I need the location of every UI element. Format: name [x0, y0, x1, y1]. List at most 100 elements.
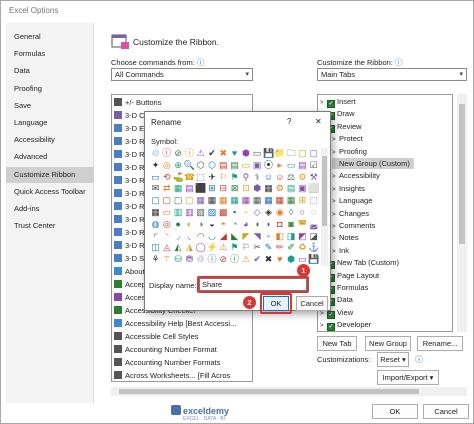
symbol-cell[interactable]: ✖: [263, 254, 274, 265]
ribbon-tree-item[interactable]: > Comments: [332, 220, 375, 231]
symbol-cell[interactable]: ◔: [229, 219, 240, 230]
chevron-right-icon[interactable]: >: [332, 197, 339, 208]
symbol-cell[interactable]: ▤: [286, 183, 297, 194]
symbol-cell[interactable]: ◮: [184, 242, 195, 253]
symbol-cell[interactable]: ◭: [173, 242, 184, 253]
symbol-cell[interactable]: ▣: [252, 160, 263, 171]
symbol-cell[interactable]: ⚠: [195, 148, 206, 159]
symbol-cell[interactable]: 💾: [263, 148, 274, 159]
checkbox[interactable]: ✓: [327, 100, 335, 108]
symbol-cell[interactable]: 🔍: [184, 160, 195, 171]
symbol-cell[interactable]: ⚑: [229, 172, 240, 183]
nav-item[interactable]: Proofing: [6, 81, 94, 97]
symbol-cell[interactable]: ◫: [150, 242, 161, 253]
symbol-cell[interactable]: ⬚: [308, 195, 319, 206]
symbol-cell[interactable]: ▭: [286, 160, 297, 171]
symbol-cell[interactable]: ⬡: [195, 160, 206, 171]
chevron-right-icon[interactable]: >: [320, 98, 327, 109]
symbol-cell[interactable]: ◪: [308, 231, 319, 242]
chevron-right-icon[interactable]: >: [332, 135, 339, 146]
symbol-cell[interactable]: ◧: [274, 231, 285, 242]
symbol-cell[interactable]: ⬛: [195, 183, 206, 194]
symbol-cell[interactable]: ⚚: [161, 254, 172, 265]
symbol-cell[interactable]: ◕: [240, 219, 251, 230]
chevron-right-icon[interactable]: >: [332, 210, 339, 221]
symbol-cell[interactable]: ⚠: [218, 242, 229, 253]
symbol-cell[interactable]: ✎: [263, 242, 274, 253]
command-item[interactable]: Across Worksheets... [Fill Acros: [114, 370, 230, 381]
symbol-cell[interactable]: ▦: [195, 195, 206, 206]
symbol-cell[interactable]: ♥: [274, 254, 285, 265]
symbol-cell[interactable]: ▦: [263, 195, 274, 206]
chevron-right-icon[interactable]: >: [332, 172, 339, 183]
checkbox[interactable]: ✓: [327, 323, 335, 331]
symbol-cell[interactable]: ◍: [150, 219, 161, 230]
symbol-cell[interactable]: ◤: [240, 231, 251, 242]
command-item[interactable]: Accessible Cell Styles: [114, 331, 198, 342]
symbol-cell[interactable]: ⚙: [297, 172, 308, 183]
command-item[interactable]: Accounting Number Formats: [114, 357, 220, 368]
symbol-cell[interactable]: ⛁: [173, 254, 184, 265]
symbol-cell[interactable]: ◒: [207, 219, 218, 230]
ribbon-tree-item[interactable]: > Notes: [332, 232, 359, 243]
ribbon-tree[interactable]: >✓Insert>✓Drawv✓Review>Protect>ProofingN…: [317, 94, 453, 332]
symbol-cell[interactable]: ☺: [274, 172, 285, 183]
nav-item[interactable]: Quick Access Toolbar: [6, 184, 94, 200]
symbol-cell[interactable]: ⓘ: [184, 148, 195, 159]
symbol-cell[interactable]: ○: [297, 207, 308, 218]
chevron-right-icon[interactable]: >: [332, 222, 339, 233]
symbol-cell[interactable]: ▢: [173, 195, 184, 206]
symbol-cell[interactable]: ⊘: [218, 254, 229, 265]
chevron-right-icon[interactable]: >: [332, 247, 339, 258]
symbol-cell[interactable]: ⚕: [252, 172, 263, 183]
command-item[interactable]: +/- Buttons: [114, 97, 161, 108]
chevron-right-icon[interactable]: >: [332, 185, 339, 196]
symbol-cell[interactable]: ▦: [286, 195, 297, 206]
symbol-cell[interactable]: 💾: [308, 254, 319, 265]
symbol-cell[interactable]: ◗: [263, 219, 274, 230]
symbol-cell[interactable]: ◈: [263, 207, 274, 218]
symbol-cell[interactable]: ⊟: [218, 183, 229, 194]
symbol-cell[interactable]: ▦: [207, 195, 218, 206]
symbol-cell[interactable]: ✏: [274, 242, 285, 253]
symbol-cell[interactable]: ⚠: [240, 254, 251, 265]
symbol-cell[interactable]: ▢: [161, 195, 172, 206]
symbol-cell[interactable]: ▦: [173, 183, 184, 194]
ribbon-tree-item[interactable]: > Protect: [332, 133, 363, 144]
symbol-cell[interactable]: ⬢: [252, 183, 263, 194]
command-item[interactable]: About: [114, 266, 145, 277]
symbol-cell[interactable]: ◯: [195, 242, 206, 253]
symbol-cell[interactable]: ▣: [297, 183, 308, 194]
nav-item[interactable]: Accessibility: [6, 132, 94, 148]
symbol-cell[interactable]: ◓: [218, 219, 229, 230]
ribbon-tree-item[interactable]: > Ink: [332, 245, 349, 256]
symbol-cell[interactable]: ⬢: [286, 254, 297, 265]
symbol-cell[interactable]: ▦: [150, 207, 161, 218]
symbol-cell[interactable]: ◩: [297, 231, 308, 242]
nav-item[interactable]: Customize Ribbon: [6, 166, 94, 183]
symbol-scrollbar[interactable]: [321, 148, 328, 266]
ribbon-tree-item[interactable]: > ✓ Insert: [320, 96, 356, 109]
symbol-cell[interactable]: ▭: [252, 148, 263, 159]
ribbon-tree-item[interactable]: > Proofing: [332, 146, 367, 157]
reset-button[interactable]: Reset ▾: [377, 352, 409, 367]
nav-item[interactable]: General: [6, 29, 94, 45]
symbol-cell[interactable]: ◝: [161, 231, 172, 242]
symbol-cell[interactable]: ▦: [252, 195, 263, 206]
ribbon-tree-item[interactable]: > Accessibility: [332, 170, 380, 181]
ribbon-tree-item[interactable]: > ✓ Developer: [320, 319, 371, 331]
symbol-cell[interactable]: ▢: [150, 195, 161, 206]
symbol-cell[interactable]: ⓘ: [229, 254, 240, 265]
ribbon-tree-scrollbar[interactable]: [457, 94, 467, 332]
symbol-cell[interactable]: ◌: [308, 207, 319, 218]
scroll-thumb[interactable]: [459, 104, 465, 244]
symbol-cell[interactable]: ▦: [229, 195, 240, 206]
symbol-cell[interactable]: ◐: [184, 219, 195, 230]
ok-button[interactable]: OK: [372, 404, 418, 419]
symbol-cell[interactable]: ⚲: [240, 172, 251, 183]
symbol-cell[interactable]: ☺: [263, 172, 274, 183]
nav-item[interactable]: Advanced: [6, 149, 94, 165]
symbol-cell[interactable]: ▪: [229, 207, 240, 218]
symbol-cell[interactable]: ⚡: [207, 242, 218, 253]
symbol-cell[interactable]: ◠: [195, 231, 206, 242]
